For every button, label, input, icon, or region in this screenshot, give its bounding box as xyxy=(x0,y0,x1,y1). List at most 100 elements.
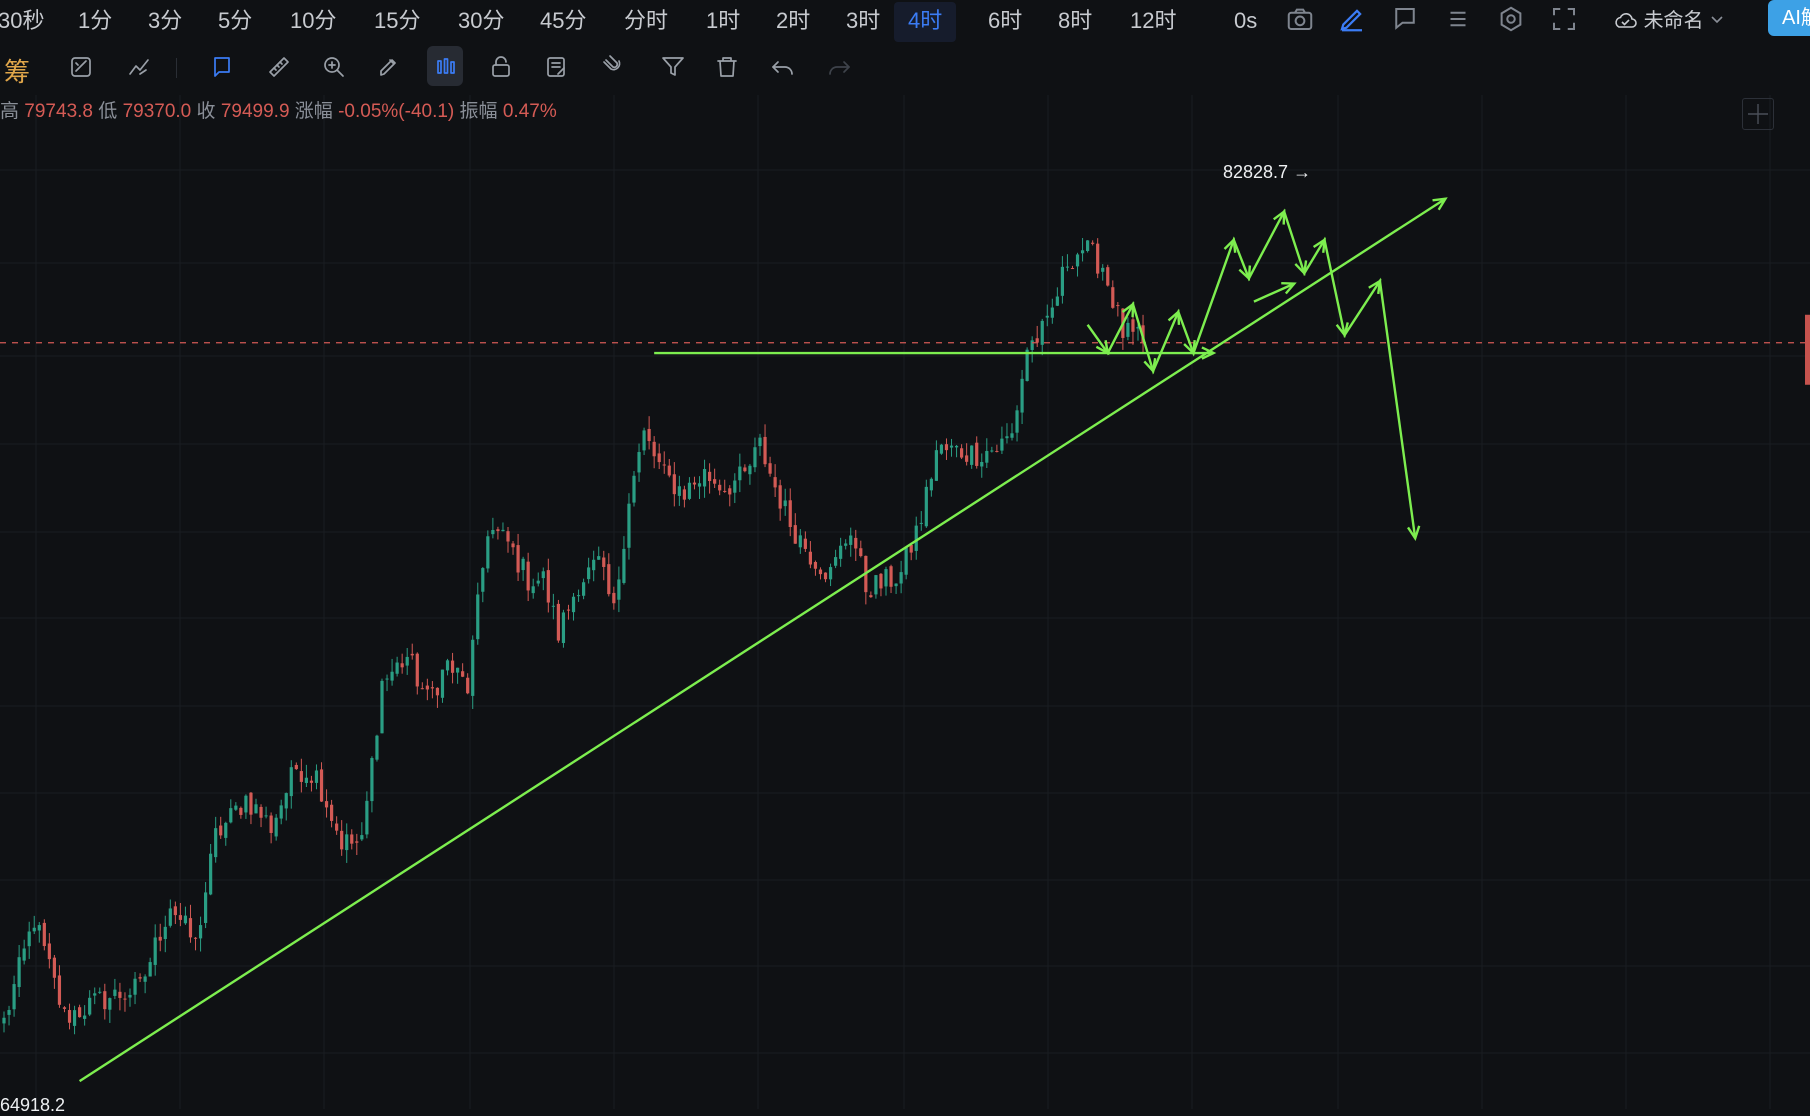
candle-down xyxy=(909,544,913,553)
candle-up xyxy=(501,529,505,532)
candle-up xyxy=(521,558,525,571)
candle-up xyxy=(1000,438,1004,451)
candle-up xyxy=(284,793,288,809)
candle-down xyxy=(854,537,858,549)
ai-button[interactable]: AI解 xyxy=(1768,0,1810,36)
candle-down xyxy=(219,825,223,836)
candle-down xyxy=(42,922,46,947)
candle-down xyxy=(975,442,979,466)
candle-down xyxy=(859,548,863,557)
chips-button[interactable]: 筹 xyxy=(4,52,30,89)
candle-up xyxy=(93,993,97,996)
candle-up xyxy=(405,656,409,666)
timeframe-13[interactable]: 4时 xyxy=(894,2,957,42)
timeframe-11[interactable]: 2时 xyxy=(776,2,810,42)
candle-down xyxy=(808,551,812,565)
timeframe-12[interactable]: 3时 xyxy=(846,2,880,42)
candle-down xyxy=(657,453,661,463)
candle-down xyxy=(324,801,329,808)
tool-undo-button[interactable] xyxy=(764,46,800,86)
candle-down xyxy=(546,570,550,603)
candle-down xyxy=(188,918,193,938)
candle-down xyxy=(249,792,253,815)
candle-up xyxy=(1060,266,1064,296)
split-icon xyxy=(1748,104,1768,124)
candle-up xyxy=(244,795,248,813)
candle-down xyxy=(647,428,651,442)
candle-down xyxy=(506,531,510,542)
tool-brush-button[interactable] xyxy=(370,46,406,86)
tool-indicator-button[interactable] xyxy=(62,46,98,86)
timeframe-1[interactable]: 30秒 xyxy=(0,2,44,42)
list-icon[interactable] xyxy=(1443,4,1473,34)
candle-up xyxy=(849,535,853,545)
candle-up xyxy=(1040,320,1044,345)
candle-up xyxy=(88,997,92,1015)
candle-up xyxy=(1025,349,1029,381)
timeframe-3[interactable]: 3分 xyxy=(148,2,182,42)
candle-down xyxy=(430,687,434,689)
candle-up xyxy=(844,543,848,546)
candle-down xyxy=(869,595,873,598)
timeframe-5[interactable]: 10分 xyxy=(290,2,336,42)
price-axis-marker xyxy=(1805,314,1810,385)
candle-down xyxy=(879,573,883,589)
candle-down xyxy=(556,603,560,641)
tool-trash-button[interactable] xyxy=(708,46,744,86)
candle-up xyxy=(1075,254,1080,267)
timeframe-15[interactable]: 8时 xyxy=(1058,2,1092,42)
candle-up xyxy=(365,800,369,835)
timeframe-6[interactable]: 15分 xyxy=(374,2,420,42)
timeframe-4[interactable]: 5分 xyxy=(218,2,252,42)
chart-plot[interactable] xyxy=(0,0,1810,1109)
layout-name: 未命名 xyxy=(1643,10,1704,32)
candle-up xyxy=(385,678,389,680)
candle-down xyxy=(52,957,56,978)
tool-filter-button[interactable] xyxy=(654,46,690,86)
settings-icon[interactable] xyxy=(1496,4,1526,34)
tool-compare-button[interactable] xyxy=(120,46,156,86)
pencil-icon[interactable] xyxy=(1337,4,1367,34)
candle-up xyxy=(486,536,490,569)
tool-lock-button[interactable] xyxy=(482,46,518,86)
undo-icon xyxy=(772,61,793,75)
candle-down xyxy=(718,484,722,491)
candle-down xyxy=(1091,242,1095,244)
candle-down xyxy=(778,485,782,509)
layout-name-button[interactable]: 未命名 xyxy=(1612,2,1725,40)
tool-notes-button[interactable] xyxy=(538,46,574,86)
timeframe-8[interactable]: 45分 xyxy=(540,2,586,42)
candle-down xyxy=(612,592,616,604)
timeframe-7[interactable]: 30分 xyxy=(458,2,504,42)
tool-ruler-button[interactable] xyxy=(260,46,296,86)
candle-up xyxy=(929,478,933,491)
tool-cursor-button[interactable] xyxy=(204,46,240,86)
candle-down xyxy=(743,467,747,472)
candle-down xyxy=(889,566,893,587)
tool-redo-button[interactable] xyxy=(820,46,856,86)
timeframe-10[interactable]: 1时 xyxy=(706,2,740,42)
timeframe-9[interactable]: 分时 xyxy=(624,2,668,42)
candle-down xyxy=(708,471,712,482)
camera-icon[interactable] xyxy=(1285,4,1315,34)
tool-magnet-button[interactable] xyxy=(594,46,630,86)
candle-down xyxy=(309,780,314,783)
candle-up xyxy=(168,908,172,926)
timeframe-14[interactable]: 6时 xyxy=(988,2,1022,42)
fullscreen-icon[interactable] xyxy=(1549,4,1579,34)
candle-up xyxy=(471,639,475,696)
tool-zoom-button[interactable] xyxy=(315,46,351,86)
candle-up xyxy=(622,548,626,583)
candle-down xyxy=(662,464,666,466)
timeframe-16[interactable]: 12时 xyxy=(1130,2,1176,42)
tool-bars-button[interactable] xyxy=(427,46,463,86)
candle-down xyxy=(793,525,797,544)
lock-icon xyxy=(492,56,510,77)
comment-icon[interactable] xyxy=(1390,4,1420,34)
candle-up xyxy=(1030,340,1034,350)
timeframe-2[interactable]: 1分 xyxy=(78,2,112,42)
layout-toggle-button[interactable] xyxy=(1742,98,1774,130)
timeframe-17[interactable]: 0s xyxy=(1234,2,1257,42)
candle-up xyxy=(834,557,838,566)
candle-down xyxy=(103,991,107,1010)
